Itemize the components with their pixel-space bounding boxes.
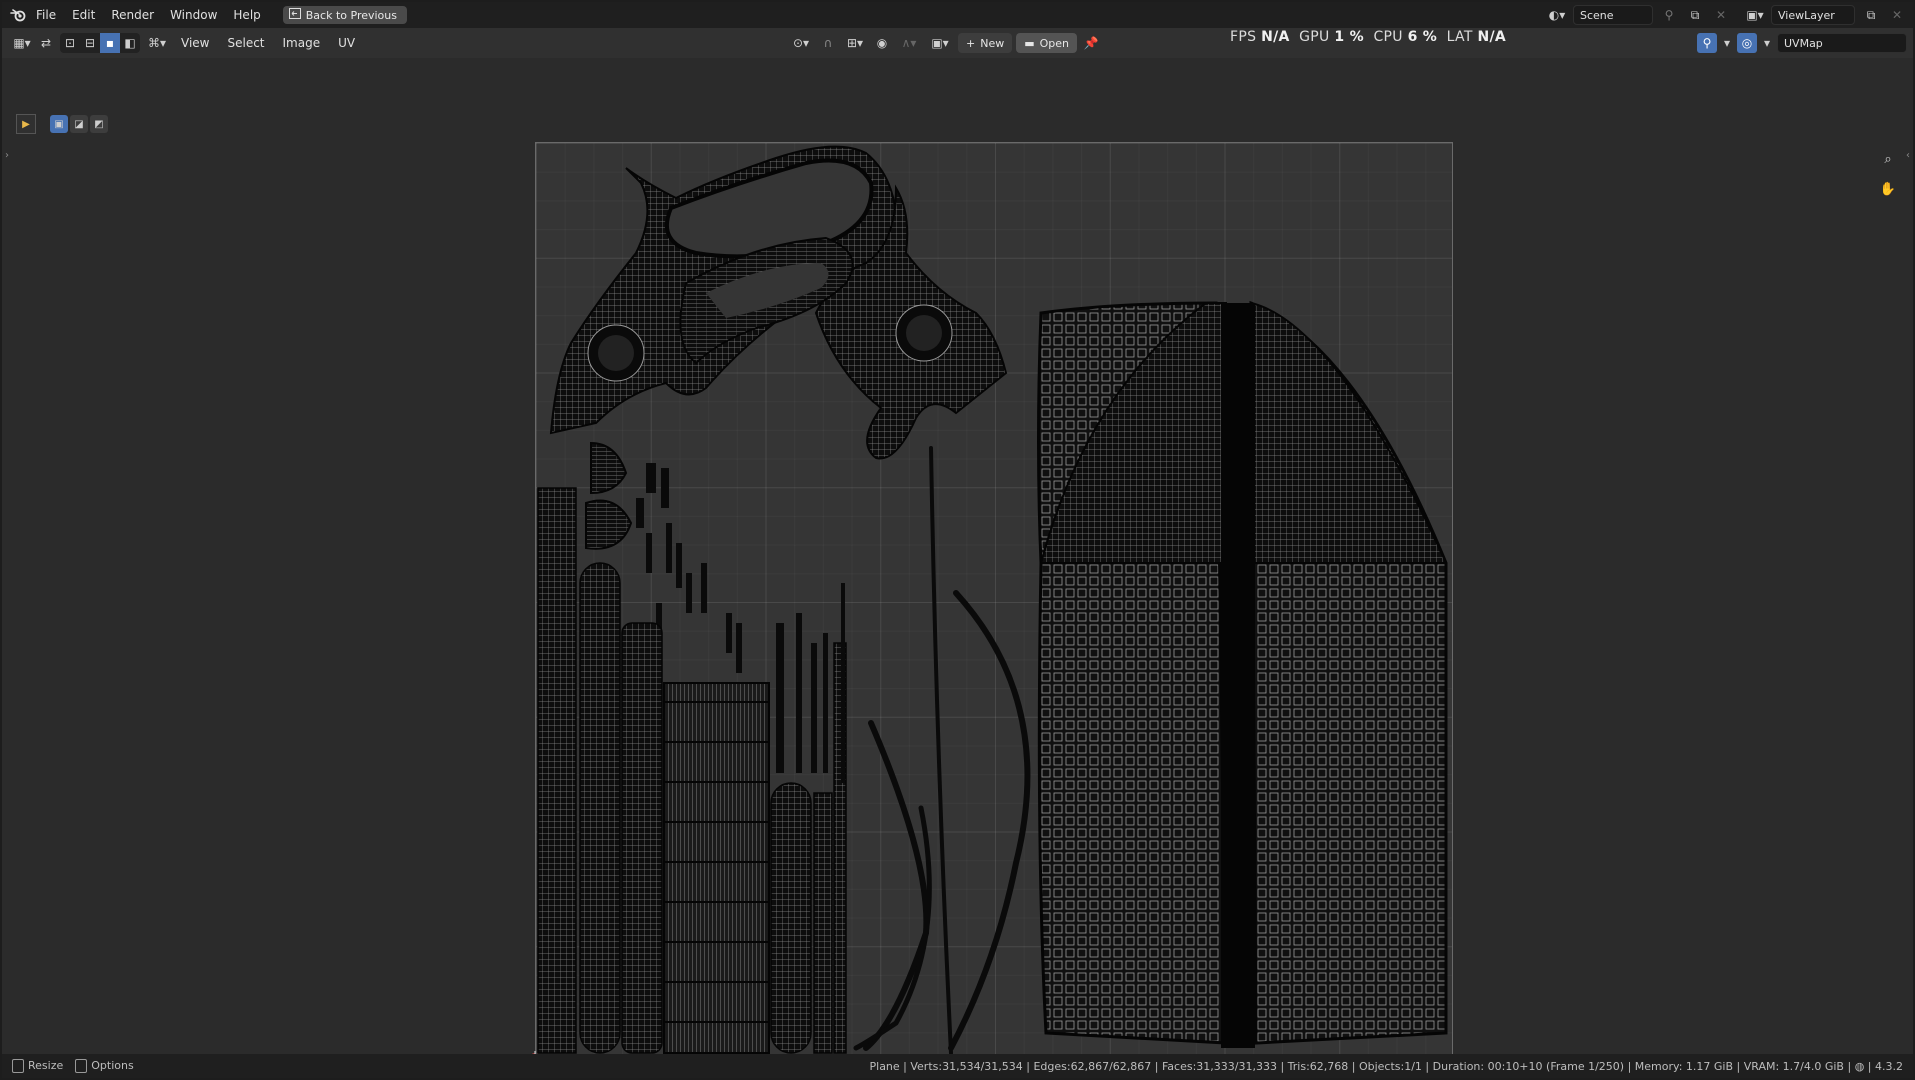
editor-header: ▦▾ ⇄ ⊡ ⊟ ▪ ◧ ⌘▾ View Select Image UV ⊙▾ … xyxy=(2,28,1913,58)
overlay-dropdown-icon[interactable]: ▾ xyxy=(1761,33,1773,53)
pin-image-icon[interactable]: 📌 xyxy=(1081,33,1101,53)
delete-view-layer-icon[interactable]: ✕ xyxy=(1887,5,1907,25)
vertex-select-icon[interactable]: ⊡ xyxy=(60,33,80,53)
delete-scene-icon[interactable]: ✕ xyxy=(1711,5,1731,25)
select-subtract-icon[interactable]: ◩ xyxy=(90,115,108,133)
menu-file[interactable]: File xyxy=(28,8,64,22)
toolbar-expand-icon[interactable]: › xyxy=(5,150,9,161)
pin-scene-icon[interactable]: ⚲ xyxy=(1659,5,1679,25)
menu-help[interactable]: Help xyxy=(225,8,268,22)
open-image-label: Open xyxy=(1039,36,1070,50)
cpu-value: 6 % xyxy=(1407,29,1438,45)
status-bar: Resize Options Plane | Verts:31,534/31,5… xyxy=(2,1054,1913,1078)
resize-label: Resize xyxy=(28,1059,64,1072)
menu-edit[interactable]: Edit xyxy=(64,8,103,22)
new-image-label: New xyxy=(980,36,1005,50)
hand-icon[interactable]: ✋ xyxy=(1877,178,1899,200)
falloff-icon[interactable]: ∧▾ xyxy=(896,33,922,53)
menu-uv[interactable]: UV xyxy=(331,36,362,50)
new-view-layer-icon[interactable]: ⧉ xyxy=(1861,5,1881,25)
view-layer-name: ViewLayer xyxy=(1778,8,1835,22)
uv-image-area[interactable] xyxy=(535,142,1453,1060)
status-bar-hints: Resize Options xyxy=(2,1059,134,1073)
select-new-icon[interactable]: ▣ xyxy=(50,115,68,133)
curve-islands xyxy=(853,446,1031,1055)
mouse-icon xyxy=(12,1059,24,1073)
blender-logo-icon[interactable] xyxy=(8,5,28,25)
sidebar-expand-icon[interactable]: ‹ xyxy=(1906,150,1910,161)
show-gizmo-icon[interactable]: ⚲ xyxy=(1697,33,1717,53)
navigation-gizmos: ⌕ ✋ xyxy=(1877,148,1899,200)
uv-map-name: UVMap xyxy=(1784,36,1823,50)
gpu-value: 1 % xyxy=(1334,29,1364,45)
select-extend-icon[interactable]: ◪ xyxy=(70,115,88,133)
fps-label: FPS xyxy=(1230,29,1257,45)
version-text: 4.3.2 xyxy=(1875,1059,1903,1073)
menu-render[interactable]: Render xyxy=(103,8,162,22)
fps-value: N/A xyxy=(1261,29,1290,45)
header-right: ⚲ ▾ ◎ ▾ UVMap xyxy=(1697,33,1907,53)
header-left: ▦▾ ⇄ ⊡ ⊟ ▪ ◧ ⌘▾ View Select Image UV xyxy=(12,33,362,53)
scene-stats-text: Plane | Verts:31,534/31,534 | Edges:62,8… xyxy=(869,1059,1844,1073)
view-layer-field[interactable]: ViewLayer xyxy=(1771,5,1855,25)
options-label: Options xyxy=(91,1059,134,1072)
sticky-select-icon[interactable]: ⌘▾ xyxy=(144,33,170,53)
select-mode-group: ⊡ ⊟ ▪ ◧ xyxy=(60,33,140,53)
proportional-edit-icon[interactable]: ◉ xyxy=(872,33,892,53)
header-center: ⊙▾ ∩ ⊞▾ ◉ ∧▾ ▣▾ + New ▬ Open 📌 xyxy=(788,33,1101,53)
back-icon xyxy=(288,8,301,22)
image-browse-icon[interactable]: ▣▾ xyxy=(926,33,954,53)
top-right-controls: ◐▾ Scene ⚲ ⧉ ✕ ▣▾ ViewLayer ⧉ ✕ xyxy=(1547,5,1907,25)
options-hint: Options xyxy=(75,1059,134,1073)
select-tool-icon[interactable]: ▶ xyxy=(16,114,36,134)
menu-image[interactable]: Image xyxy=(276,36,328,50)
face-select-icon[interactable]: ▪ xyxy=(100,33,120,53)
new-image-button[interactable]: + New xyxy=(958,33,1013,53)
overlay-icon[interactable]: ◎ xyxy=(1737,33,1757,53)
menu-select[interactable]: Select xyxy=(220,36,271,50)
open-image-button[interactable]: ▬ Open xyxy=(1016,33,1078,53)
uv-viewport[interactable]: ▶ ▣ ◪ ◩ › ‹ ⌕ ✋ xyxy=(2,58,1913,1071)
gpu-label: GPU xyxy=(1299,29,1330,45)
scene-field[interactable]: Scene xyxy=(1573,5,1653,25)
new-scene-icon[interactable]: ⧉ xyxy=(1685,5,1705,25)
selection-mode-buttons: ▣ ◪ ◩ xyxy=(50,115,108,133)
uv-islands xyxy=(537,145,1448,1055)
plus-icon: + xyxy=(966,36,976,50)
lat-value: N/A xyxy=(1477,29,1507,45)
top-menu-bar: File Edit Render Window Help Back to Pre… xyxy=(2,2,1913,28)
zoom-icon[interactable]: ⌕ xyxy=(1877,148,1899,170)
cpu-label: CPU xyxy=(1373,29,1403,45)
mouse-icon xyxy=(75,1059,88,1073)
lat-label: LAT xyxy=(1446,29,1473,45)
gizmo-dropdown-icon[interactable]: ▾ xyxy=(1721,33,1733,53)
scene-selector-icon[interactable]: ◐▾ xyxy=(1547,5,1567,25)
uv-editor-window: File Edit Render Window Help Back to Pre… xyxy=(2,2,1913,1078)
scene-name: Scene xyxy=(1580,8,1614,22)
body-panel-islands xyxy=(1037,300,1448,1048)
menu-window[interactable]: Window xyxy=(162,8,225,22)
pivot-point-icon[interactable]: ⊙▾ xyxy=(788,33,814,53)
back-to-previous-label: Back to Previous xyxy=(305,8,397,22)
scene-statistics: Plane | Verts:31,534/31,534 | Edges:62,8… xyxy=(869,1059,1904,1073)
strip-islands xyxy=(537,487,847,1054)
snap-target-icon[interactable]: ⊞▾ xyxy=(842,33,868,53)
image-editor-icon[interactable]: ▦▾ xyxy=(12,33,32,53)
globe-icon: ◍ xyxy=(1854,1059,1865,1073)
uv-sync-icon[interactable]: ⇄ xyxy=(36,33,56,53)
menu-view[interactable]: View xyxy=(174,36,216,50)
resize-hint: Resize xyxy=(12,1059,63,1073)
back-to-previous-button[interactable]: Back to Previous xyxy=(282,6,407,24)
frame-island xyxy=(549,145,1008,460)
edge-select-icon[interactable]: ⊟ xyxy=(80,33,100,53)
view-layer-selector-icon[interactable]: ▣▾ xyxy=(1745,5,1765,25)
performance-stats: FPS N/A GPU 1 % CPU 6 % LAT N/A xyxy=(1230,29,1506,45)
island-select-icon[interactable]: ◧ xyxy=(120,33,140,53)
uv-map-field[interactable]: UVMap xyxy=(1777,33,1907,53)
snap-icon[interactable]: ∩ xyxy=(818,33,838,53)
tool-settings-row: ▶ ▣ ◪ ◩ xyxy=(16,114,108,134)
folder-icon: ▬ xyxy=(1024,36,1035,50)
